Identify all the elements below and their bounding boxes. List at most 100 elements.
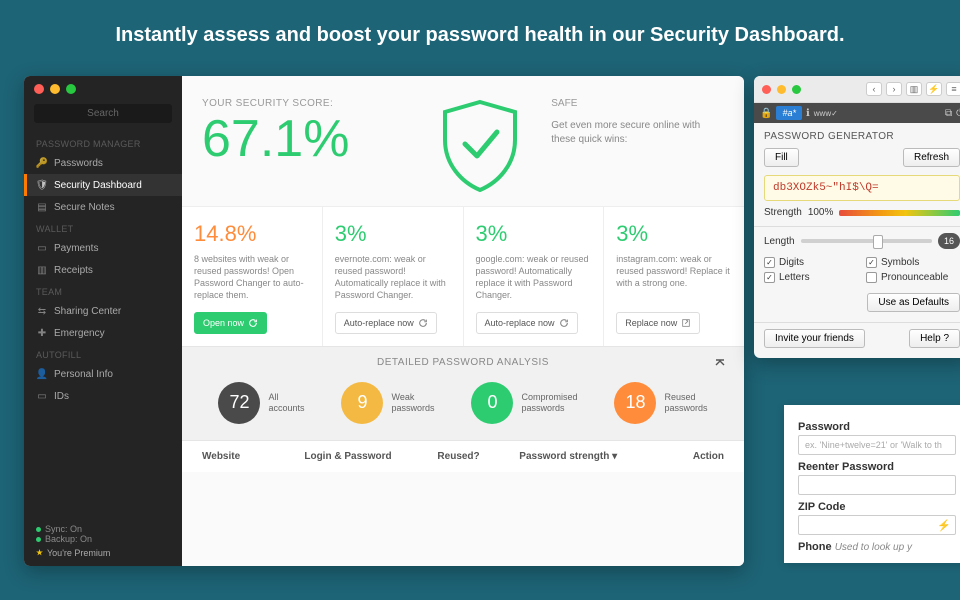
card-percentage: 14.8% (194, 221, 310, 247)
opt-pronounceable[interactable]: Pronounceable (866, 272, 960, 283)
bubble-compromised[interactable]: 0 Compromisedpasswords (471, 382, 577, 424)
safe-label: SAFE (551, 98, 724, 109)
refresh-icon (248, 318, 258, 328)
premium-status: You're Premium (36, 548, 170, 558)
note-icon: ▤ (36, 201, 48, 213)
main-pane: YOUR SECURITY SCORE: 67.1% SAFE Get even… (182, 76, 744, 566)
lock-icon: 🔒 (760, 108, 772, 119)
card-percentage: 3% (616, 221, 732, 247)
panel-icon[interactable]: ▥ (906, 82, 922, 96)
zoom-icon[interactable] (66, 84, 76, 94)
share-icon: ⇆ (36, 305, 48, 317)
dashlane-icon[interactable]: ⚡ (926, 82, 942, 96)
bubble-label: Allaccounts (268, 392, 304, 414)
shield-icon: 🛡 (36, 179, 48, 191)
help-button[interactable]: Help ? (909, 329, 960, 348)
card-percentage: 3% (335, 221, 451, 247)
refresh-button[interactable]: Refresh (903, 148, 960, 167)
signup-form-snippet: Password ex. 'Nine+twelve=21' or 'Walk t… (784, 405, 960, 563)
count-badge: 0 (471, 382, 513, 424)
sidebar-item-receipts[interactable]: ▥Receipts (24, 259, 182, 281)
sidebar-item-emergency[interactable]: ✚Emergency (24, 322, 182, 344)
th-website[interactable]: Website (202, 451, 304, 462)
reenter-input[interactable] (798, 475, 956, 495)
dashlane-autofill-icon[interactable]: ⚡ (937, 519, 951, 532)
reenter-label: Reenter Password (798, 461, 956, 473)
security-score-value: 67.1% (202, 113, 409, 165)
password-generator-window: ‹ › ▥ ⚡ ≡ 🔒 #a* ℹ www✓ ⧉ ⏻ PASSWORD GENE… (754, 76, 960, 358)
power-icon[interactable]: ⏻ (956, 108, 960, 119)
th-reused[interactable]: Reused? (437, 451, 519, 462)
use-defaults-button[interactable]: Use as Defaults (867, 293, 960, 312)
emergency-icon: ✚ (36, 327, 48, 339)
refresh-icon (559, 318, 569, 328)
invite-friends-button[interactable]: Invite your friends (764, 329, 865, 348)
opt-letters[interactable]: ✓Letters (764, 272, 858, 283)
th-login-password[interactable]: Login & Password (304, 451, 437, 462)
bubble-label: Compromisedpasswords (521, 392, 577, 414)
auto-replace-button[interactable]: Auto-replace now (476, 312, 578, 334)
window-controls (24, 76, 182, 102)
checkbox-icon: ✓ (866, 257, 877, 268)
expand-icon[interactable] (714, 357, 726, 369)
dashboard-window: Search PASSWORD MANAGER 🔑Passwords 🛡 Secu… (24, 76, 744, 566)
sidebar-item-personal-info[interactable]: 👤 Personal Info (24, 363, 182, 385)
popout-icon[interactable]: ⧉ (945, 108, 952, 119)
sidebar-item-security-dashboard[interactable]: 🛡 Security Dashboard (24, 174, 182, 196)
replace-button[interactable]: Replace now (616, 312, 700, 334)
opt-digits[interactable]: ✓Digits (764, 257, 858, 268)
sidebar-item-label: Receipts (54, 265, 93, 276)
search-input[interactable]: Search (34, 104, 172, 123)
bubble-weak[interactable]: 9 Weakpasswords (341, 382, 434, 424)
person-icon: 👤 (36, 368, 48, 380)
nav-back-button[interactable]: ‹ (866, 82, 882, 96)
bubble-reused[interactable]: 18Reusedpasswords (614, 382, 707, 424)
minimize-icon[interactable] (50, 84, 60, 94)
card-description: 8 websites with weak or reused passwords… (194, 253, 310, 302)
menu-icon[interactable]: ≡ (946, 82, 960, 96)
bubble-label: Weakpasswords (391, 392, 434, 414)
fill-button[interactable]: Fill (764, 148, 799, 167)
safe-description: Get even more secure online with these q… (551, 119, 724, 147)
sidebar-item-passwords[interactable]: 🔑Passwords (24, 152, 182, 174)
sidebar-item-sharing-center[interactable]: ⇆ Sharing Center (24, 300, 182, 322)
info-icon[interactable]: ℹ (806, 108, 810, 119)
close-icon[interactable] (34, 84, 44, 94)
sidebar-item-payments[interactable]: ▭Payments (24, 237, 182, 259)
sidebar-section-password-manager: PASSWORD MANAGER (24, 133, 182, 152)
count-badge: 9 (341, 382, 383, 424)
open-now-button[interactable]: Open now (194, 312, 267, 334)
password-input[interactable]: ex. 'Nine+twelve=21' or 'Walk to th (798, 435, 956, 455)
sidebar-section-autofill: AUTOFILL (24, 344, 182, 363)
phone-label: Phone (798, 541, 832, 553)
count-badge: 18 (614, 382, 656, 424)
tab-generator[interactable]: #a* (776, 106, 802, 120)
sidebar-item-label: Personal Info (54, 369, 113, 380)
minimize-icon[interactable] (777, 85, 786, 94)
th-strength[interactable]: Password strength ▾ (519, 451, 662, 462)
shield-icon (425, 98, 535, 194)
sidebar-item-secure-notes[interactable]: ▤ Secure Notes (24, 196, 182, 218)
backup-status: Backup: On (36, 534, 170, 544)
table-header-row: Website Login & Password Reused? Passwor… (182, 440, 744, 472)
length-slider[interactable] (801, 239, 932, 243)
generated-password[interactable]: db3XOZk5~"hI$\Q= (764, 175, 960, 201)
generator-chrome: ‹ › ▥ ⚡ ≡ (754, 76, 960, 103)
sidebar-item-ids[interactable]: ▭IDs (24, 385, 182, 407)
sidebar-item-label: Sharing Center (54, 306, 121, 317)
nav-fwd-button[interactable]: › (886, 82, 902, 96)
card-description: instagram.com: weak or reused password! … (616, 253, 732, 302)
sidebar-item-label: Security Dashboard (54, 180, 142, 191)
bubble-all-accounts[interactable]: 72Allaccounts (218, 382, 304, 424)
opt-symbols[interactable]: ✓Symbols (866, 257, 960, 268)
zip-input[interactable]: ⚡ (798, 515, 956, 535)
www-icon[interactable]: www✓ (814, 109, 838, 118)
sync-status: Sync: On (36, 524, 170, 534)
sidebar-item-label: Secure Notes (54, 202, 115, 213)
close-icon[interactable] (762, 85, 771, 94)
zoom-icon[interactable] (792, 85, 801, 94)
auto-replace-button[interactable]: Auto-replace now (335, 312, 437, 334)
checkbox-icon: ✓ (764, 257, 775, 268)
sidebar-item-label: Payments (54, 243, 98, 254)
strength-bar (839, 210, 960, 216)
